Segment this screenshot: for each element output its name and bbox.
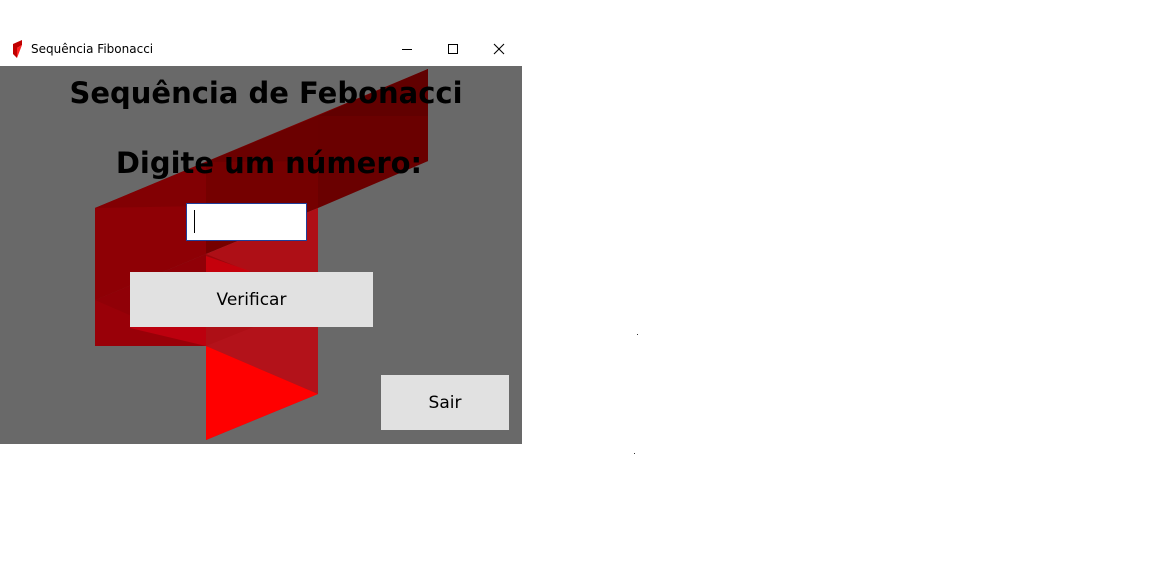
main-panel: Sequência de Febonacci Digite um número:… xyxy=(0,66,522,444)
exit-button[interactable]: Sair xyxy=(381,375,509,430)
stray-pixel xyxy=(634,453,635,454)
stray-pixel xyxy=(637,334,638,335)
text-caret xyxy=(194,210,195,233)
app-logo-icon xyxy=(13,40,22,58)
minimize-icon xyxy=(402,49,412,50)
minimize-button[interactable] xyxy=(384,32,430,66)
maximize-button[interactable] xyxy=(430,32,476,66)
close-icon xyxy=(493,43,505,55)
number-input[interactable] xyxy=(186,203,307,241)
window-title: Sequência Fibonacci xyxy=(31,42,154,56)
title-bar[interactable]: Sequência Fibonacci xyxy=(0,32,522,66)
close-button[interactable] xyxy=(476,32,522,66)
app-heading: Sequência de Febonacci xyxy=(69,76,463,110)
app-window: Sequência Fibonacci Sequência de Febonac… xyxy=(0,32,522,445)
maximize-icon xyxy=(448,44,458,54)
input-prompt-label: Digite um número: xyxy=(115,146,423,180)
verify-button[interactable]: Verificar xyxy=(130,272,373,327)
